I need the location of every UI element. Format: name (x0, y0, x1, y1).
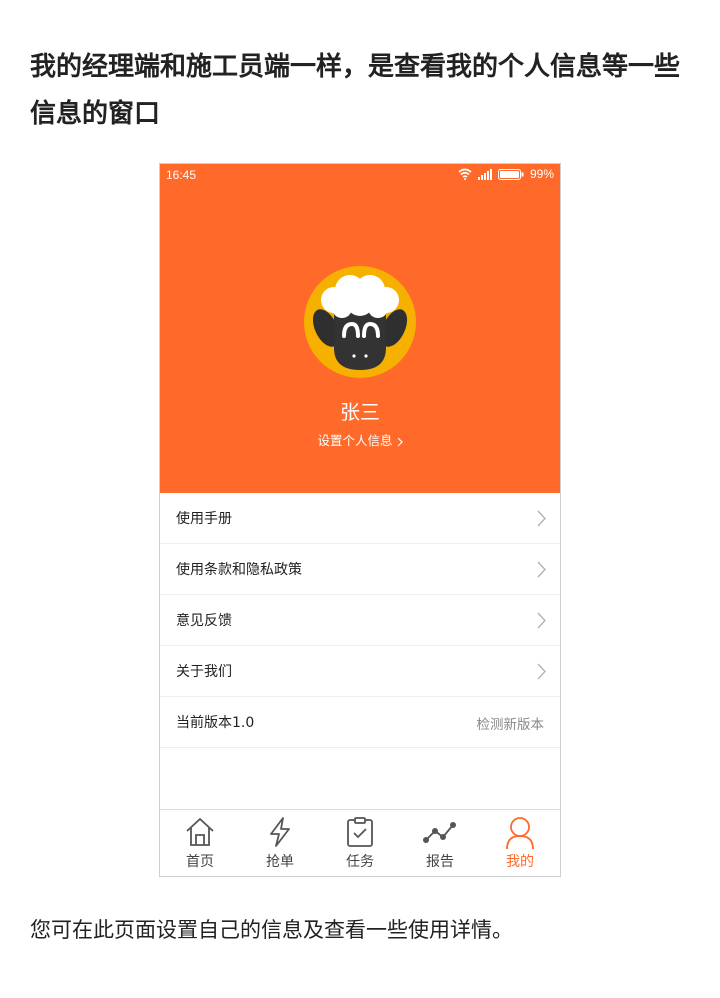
edit-profile-link[interactable]: 设置个人信息 (160, 430, 560, 449)
menu-item-user-manual[interactable]: 使用手册 (160, 493, 560, 544)
status-icons: 99% (458, 167, 554, 181)
chevron-right-icon (537, 663, 546, 680)
battery-percent: 99% (529, 167, 554, 181)
user-icon (506, 817, 534, 850)
check-update-button[interactable]: 检测新版本 (477, 713, 545, 733)
tab-label: 我的 (506, 854, 534, 870)
tab-label: 首页 (186, 854, 214, 870)
article-caption: 您可在此页面设置自己的信息及查看一些使用详情。 (30, 918, 513, 942)
tab-label: 报告 (426, 854, 454, 870)
chevron-right-icon (397, 437, 403, 446)
article-heading: 我的经理端和施工员端一样，是查看我的个人信息等一些信息的窗口 (30, 52, 681, 129)
line-chart-icon (423, 822, 456, 843)
phone-screenshot: 16:45 99% 张三 设置个人信息 使用手册 使用条款和隐私政策 意见反馈 … (159, 163, 561, 877)
tab-label: 任务 (346, 854, 374, 870)
wifi-icon (458, 168, 472, 180)
chevron-right-icon (537, 561, 546, 578)
sheep-avatar-icon[interactable] (304, 266, 416, 378)
home-icon (186, 818, 214, 846)
edit-profile-label: 设置个人信息 (317, 433, 393, 448)
signal-icon (477, 168, 492, 180)
tab-reports[interactable]: 报告 (400, 810, 480, 876)
settings-menu: 使用手册 使用条款和隐私政策 意见反馈 关于我们 当前版本1.0 检测新版本 (160, 493, 560, 748)
user-name: 张三 (340, 400, 380, 424)
tab-grab-order[interactable]: 抢单 (240, 810, 320, 876)
menu-item-label: 使用手册 (176, 511, 232, 527)
bottom-tab-bar: 首页 抢单 任务 报告 我的 (160, 809, 560, 876)
tab-mine[interactable]: 我的 (480, 810, 560, 876)
battery-icon (497, 168, 524, 180)
tab-tasks[interactable]: 任务 (320, 810, 400, 876)
menu-item-label: 意见反馈 (176, 613, 232, 629)
menu-item-feedback[interactable]: 意见反馈 (160, 595, 560, 646)
menu-item-terms-privacy[interactable]: 使用条款和隐私政策 (160, 544, 560, 595)
status-time: 16:45 (166, 168, 197, 182)
lightning-icon (270, 817, 290, 847)
menu-item-about-us[interactable]: 关于我们 (160, 646, 560, 697)
menu-item-label: 使用条款和隐私政策 (176, 562, 302, 578)
menu-item-version: 当前版本1.0 检测新版本 (160, 697, 560, 748)
menu-item-label: 关于我们 (176, 664, 232, 680)
tab-home[interactable]: 首页 (160, 810, 240, 876)
chevron-right-icon (537, 612, 546, 629)
tab-label: 抢单 (266, 854, 294, 870)
clipboard-check-icon (347, 817, 373, 847)
version-label: 当前版本1.0 (176, 715, 255, 731)
status-bar: 16:45 99% (160, 164, 560, 188)
profile-header: 16:45 99% 张三 设置个人信息 (160, 164, 560, 493)
chevron-right-icon (537, 510, 546, 527)
